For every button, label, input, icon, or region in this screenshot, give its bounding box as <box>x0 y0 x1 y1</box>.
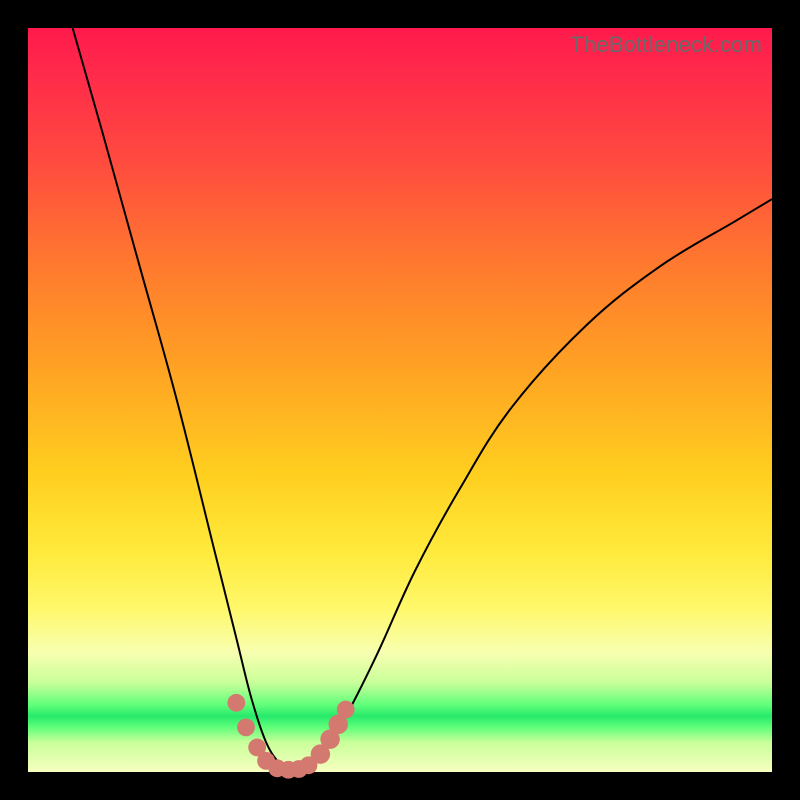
curve-markers <box>227 694 354 779</box>
curve-marker <box>337 701 355 719</box>
outer-frame: TheBottleneck.com <box>0 0 800 800</box>
plot-area: TheBottleneck.com <box>28 28 772 772</box>
curve-path <box>73 28 772 772</box>
curve-marker <box>237 718 255 736</box>
chart-svg <box>28 28 772 772</box>
curve-marker <box>227 694 245 712</box>
